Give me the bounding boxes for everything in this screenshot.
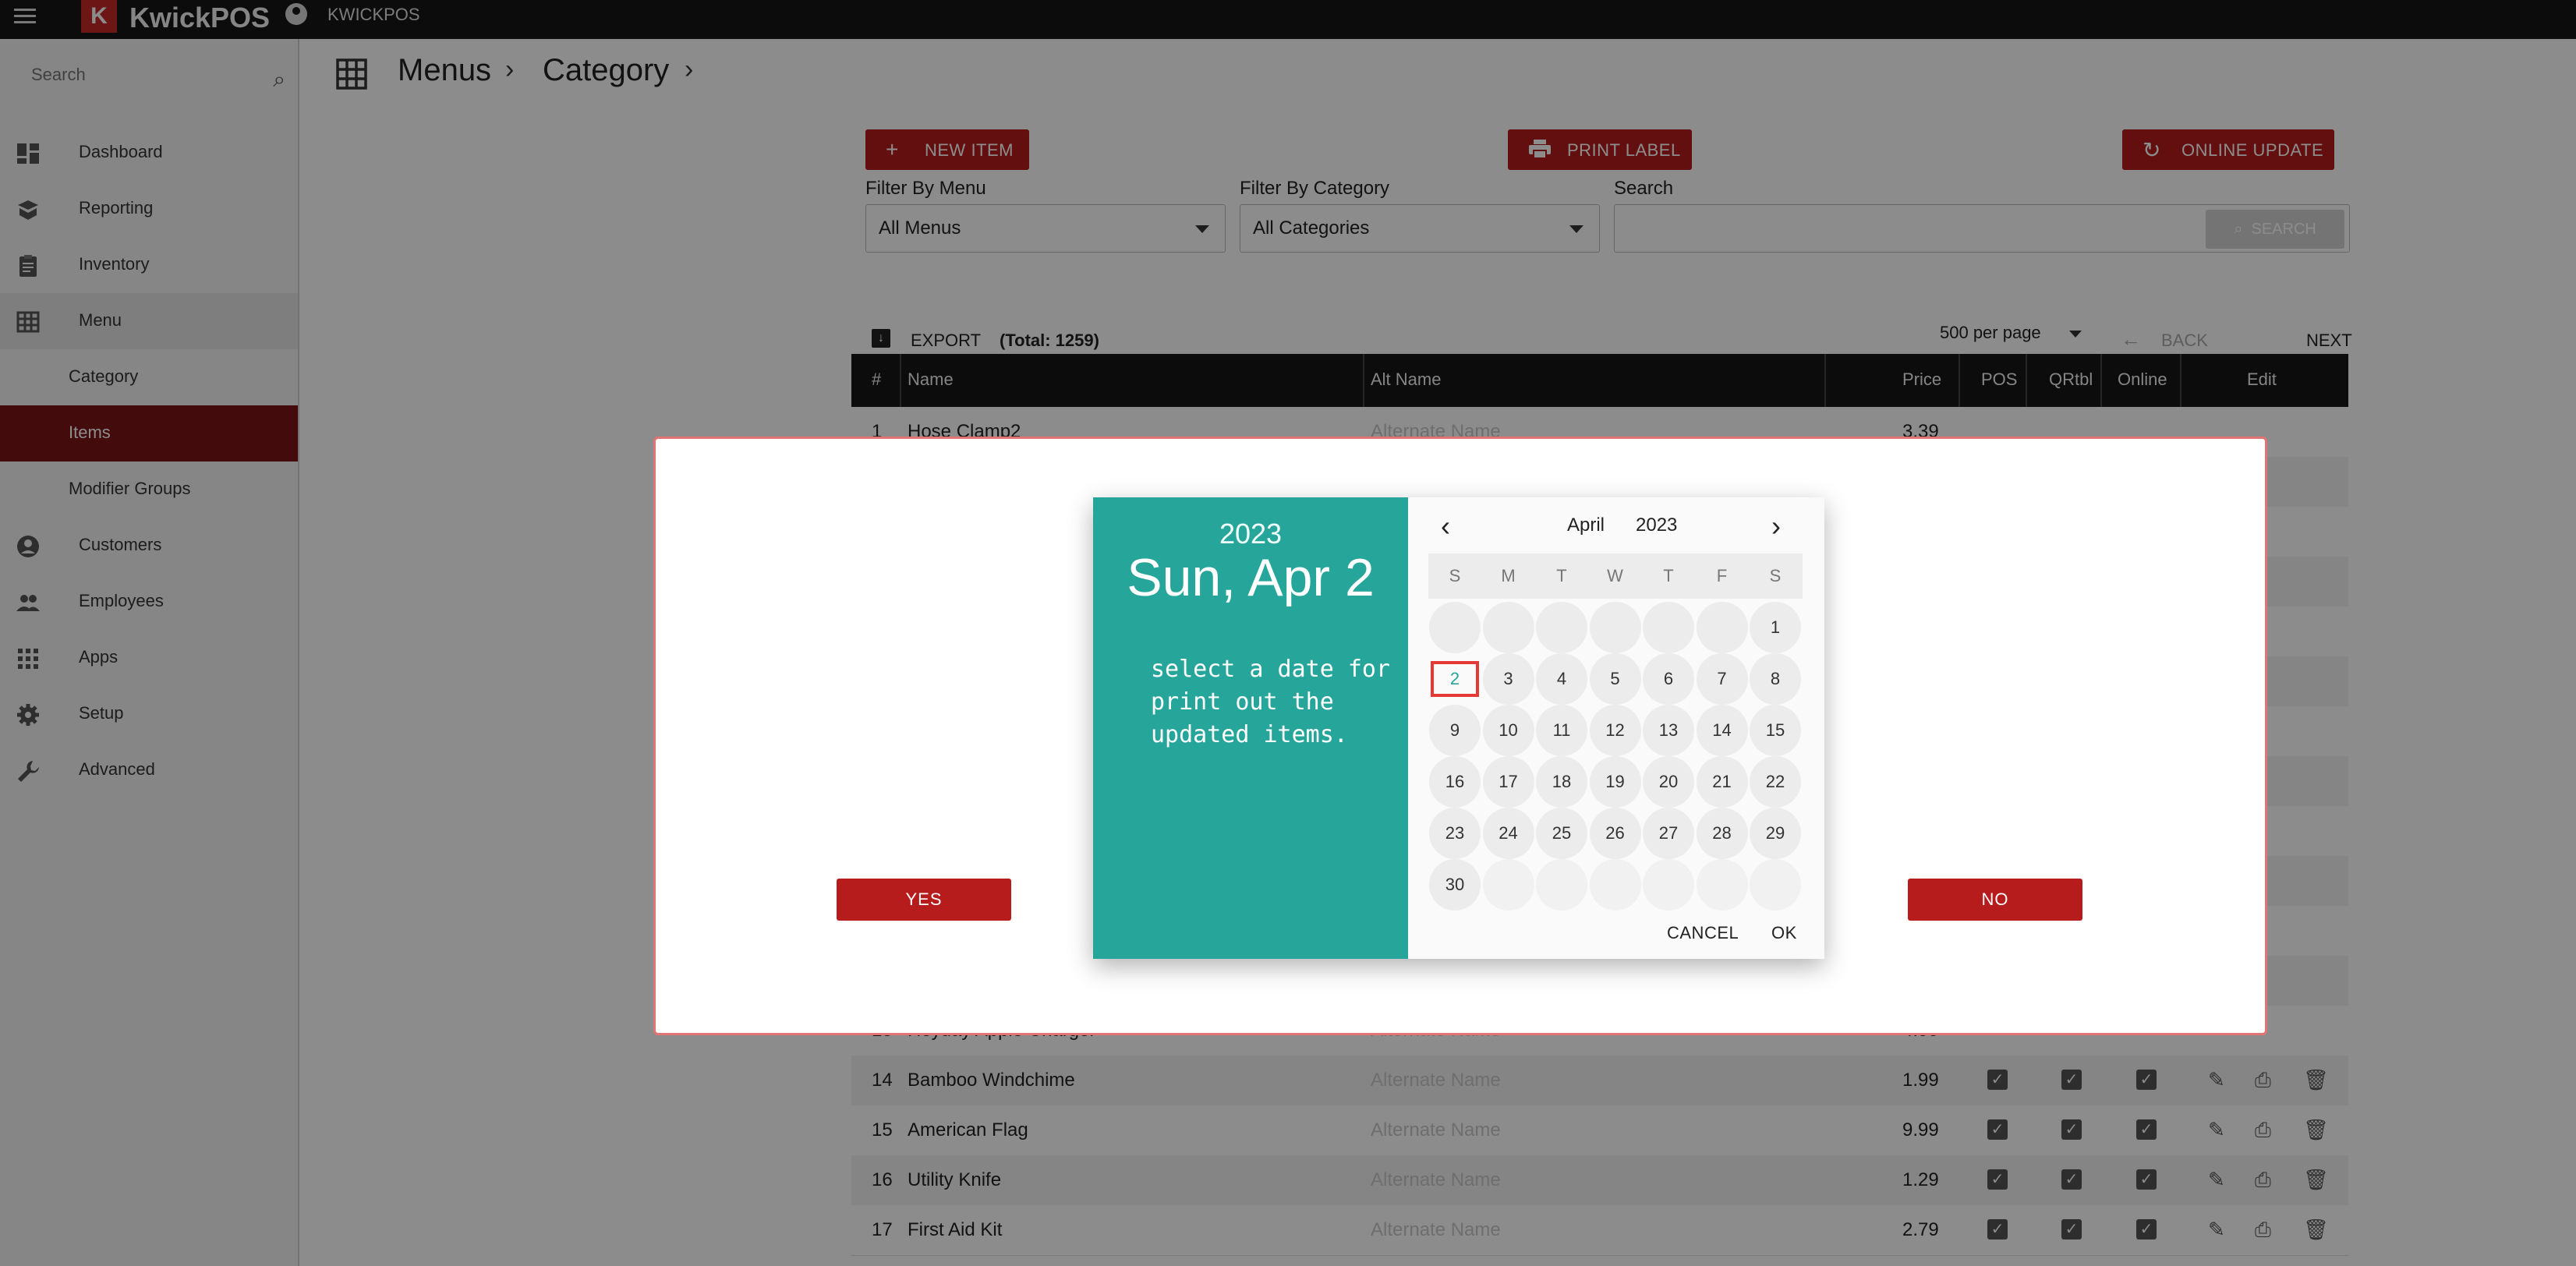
calendar-day[interactable]: 12 xyxy=(1589,705,1641,756)
calendar-day-selected[interactable]: 2 xyxy=(1429,653,1481,705)
calendar-day[interactable]: 16 xyxy=(1429,756,1481,808)
calendar-blank-cell xyxy=(1536,602,1587,653)
calendar-day[interactable]: 29 xyxy=(1750,808,1801,859)
yes-button[interactable]: YES xyxy=(837,879,1011,921)
chevron-right-icon[interactable]: › xyxy=(1771,510,1781,543)
calendar-blank-cell xyxy=(1589,602,1641,653)
calendar-day[interactable]: 6 xyxy=(1643,653,1694,705)
no-button[interactable]: NO xyxy=(1908,879,2082,921)
date-picker-header: 2023 Sun, Apr 2 select a date for print … xyxy=(1093,497,1408,959)
calendar-day[interactable]: 22 xyxy=(1750,756,1801,808)
calendar-day[interactable]: 20 xyxy=(1643,756,1694,808)
weekday-label: S xyxy=(1449,566,1461,585)
calendar-day[interactable]: 28 xyxy=(1696,808,1748,859)
calendar-day[interactable]: 30 xyxy=(1429,859,1481,911)
calendar-day[interactable]: 25 xyxy=(1536,808,1587,859)
chevron-left-icon[interactable]: ‹ xyxy=(1441,510,1450,543)
weekday-label: S xyxy=(1769,566,1782,585)
calendar-day[interactable]: 24 xyxy=(1482,808,1534,859)
calendar-day[interactable]: 11 xyxy=(1536,705,1587,756)
calendar-day[interactable]: 5 xyxy=(1589,653,1641,705)
calendar-blank-cell xyxy=(1482,602,1534,653)
calendar-year: 2023 xyxy=(1636,515,1678,536)
calendar-day[interactable]: 7 xyxy=(1696,653,1748,705)
calendar-day[interactable]: 3 xyxy=(1482,653,1534,705)
ok-button[interactable]: OK xyxy=(1771,923,1797,943)
calendar-blank-cell xyxy=(1589,859,1641,911)
calendar-day[interactable]: 19 xyxy=(1589,756,1641,808)
calendar-day[interactable]: 17 xyxy=(1482,756,1534,808)
calendar-blank-cell xyxy=(1482,859,1534,911)
calendar-day[interactable]: 23 xyxy=(1429,808,1481,859)
calendar-blank-cell xyxy=(1429,602,1481,653)
calendar-day[interactable]: 13 xyxy=(1643,705,1694,756)
cancel-button[interactable]: CANCEL xyxy=(1667,923,1739,943)
date-picker-note: select a date for print out the updated … xyxy=(1151,656,1391,748)
calendar-day[interactable]: 8 xyxy=(1750,653,1801,705)
calendar-blank-cell xyxy=(1536,859,1587,911)
weekday-label: T xyxy=(1663,566,1674,585)
weekday-label: W xyxy=(1607,566,1623,585)
calendar-month: April xyxy=(1567,515,1605,536)
calendar-blank-cell xyxy=(1696,859,1748,911)
weekday-label: M xyxy=(1501,566,1516,585)
calendar: ‹ April 2023 › SMTWTFS 1 2 3 4 5 6 7 8 9 10 11 12 13… xyxy=(1408,497,1824,959)
selected-date: Sun, Apr 2 xyxy=(1127,548,1375,607)
calendar-day[interactable]: 1 xyxy=(1750,602,1801,653)
weekday-header: SMTWTFS xyxy=(1428,553,1803,599)
weekday-label: F xyxy=(1716,566,1728,585)
calendar-blank-cell xyxy=(1643,859,1694,911)
calendar-day[interactable]: 15 xyxy=(1750,705,1801,756)
calendar-day[interactable]: 18 xyxy=(1536,756,1587,808)
calendar-day[interactable]: 10 xyxy=(1482,705,1534,756)
calendar-day[interactable]: 21 xyxy=(1696,756,1748,808)
calendar-day[interactable]: 4 xyxy=(1536,653,1587,705)
calendar-day[interactable]: 14 xyxy=(1696,705,1748,756)
date-picker: 2023 Sun, Apr 2 select a date for print … xyxy=(1093,497,1824,959)
calendar-blank-cell xyxy=(1643,602,1694,653)
selected-year[interactable]: 2023 xyxy=(1093,518,1408,550)
calendar-blank-cell xyxy=(1750,859,1801,911)
calendar-day[interactable]: 9 xyxy=(1429,705,1481,756)
calendar-day[interactable]: 26 xyxy=(1589,808,1641,859)
calendar-day[interactable]: 27 xyxy=(1643,808,1694,859)
calendar-blank-cell xyxy=(1696,602,1748,653)
weekday-label: T xyxy=(1556,566,1567,585)
